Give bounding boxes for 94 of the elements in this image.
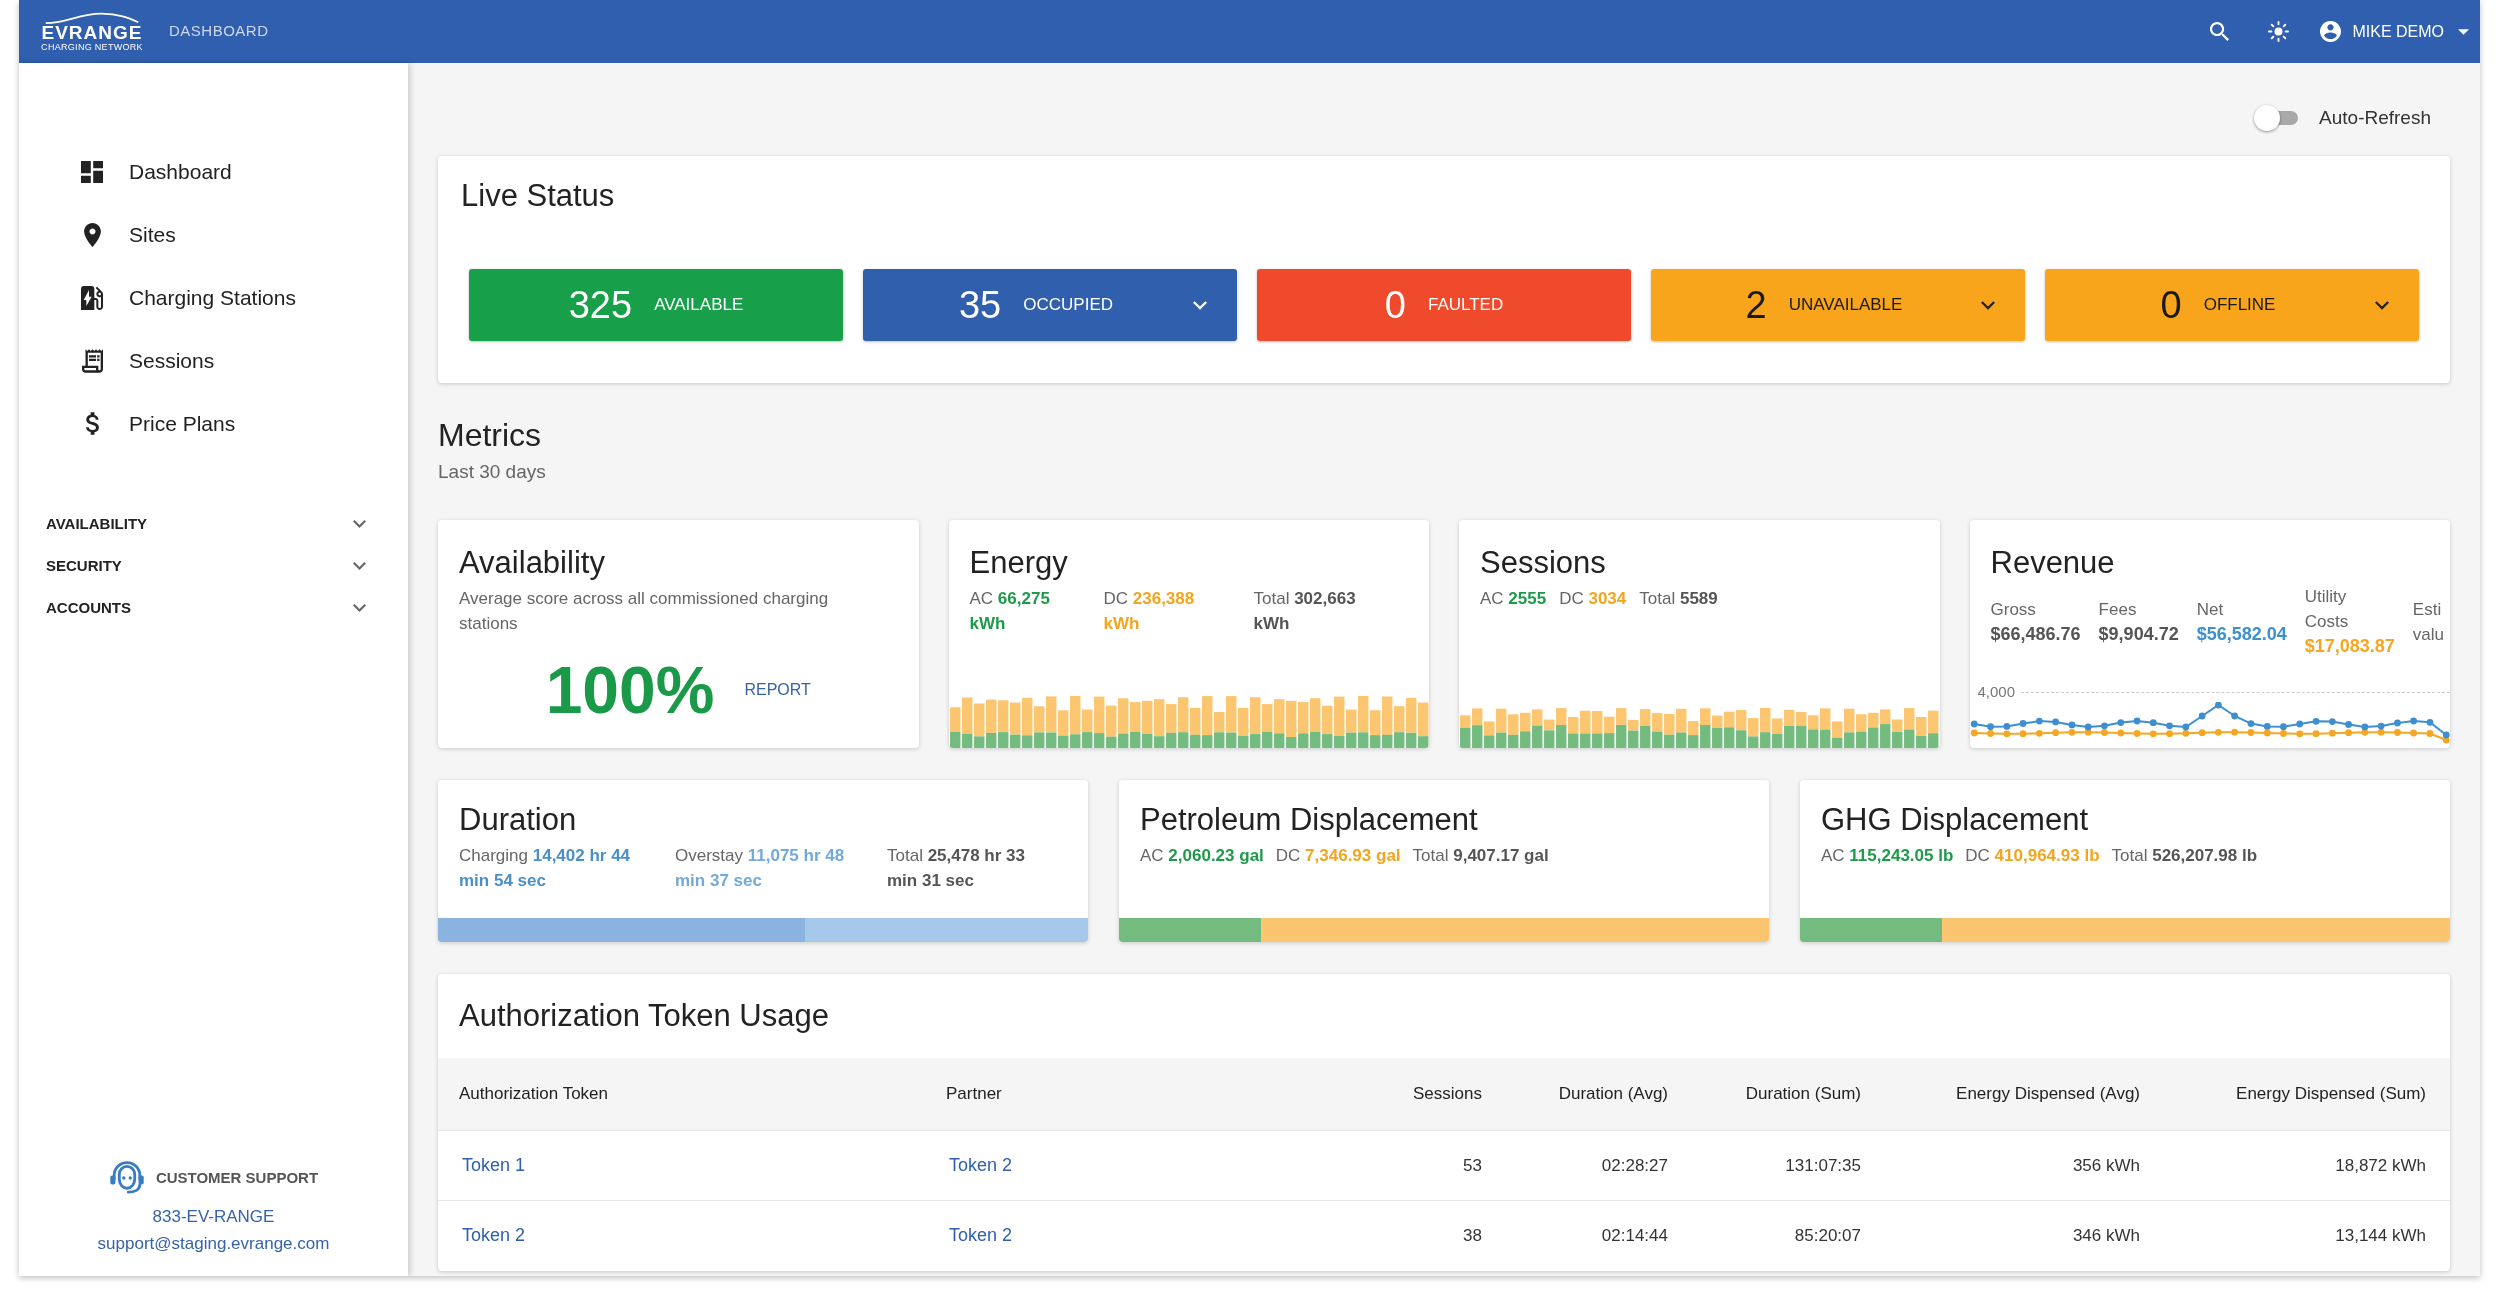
- table-cell-text: 13,144 kWh: [2335, 1224, 2426, 1247]
- status-button[interactable]: 0 FAULTED: [1257, 269, 1631, 341]
- sun-icon: [2267, 21, 2289, 42]
- phone-link[interactable]: 833-EV-RANGE: [152, 1205, 275, 1229]
- ev-charger-icon: [81, 285, 103, 310]
- card-title: Live Status: [461, 177, 616, 215]
- status-button[interactable]: 2 UNAVAILABLE: [1651, 269, 2025, 341]
- section-toggle[interactable]: SECURITY: [19, 545, 408, 587]
- stat-text: Total 526,207.98 lb: [2111, 845, 2258, 867]
- nav-item[interactable]: Charging Stations: [19, 266, 408, 329]
- stat-value: $66,486.76: [1990, 622, 2081, 646]
- chevron-icon: [1981, 300, 1995, 310]
- section-title: Metrics: [438, 416, 543, 454]
- card-title: Energy: [969, 544, 1069, 582]
- table-cell-text: 02:28:27: [1601, 1154, 1668, 1177]
- chevron-icon: [2375, 300, 2389, 310]
- stat-value: $17,083.87: [2304, 635, 2395, 658]
- dashboard-icon: [81, 160, 103, 183]
- card-title: Availability: [459, 544, 606, 582]
- status-button[interactable]: 35 OCCUPIED: [863, 269, 1237, 341]
- column-header: Energy Dispensed (Avg): [1956, 1083, 2140, 1106]
- column-header: Authorization Token: [459, 1083, 608, 1106]
- section-toggle[interactable]: ACCOUNTS: [19, 587, 408, 629]
- score-value: 100%: [545, 655, 715, 725]
- search-icon: [2209, 22, 2229, 41]
- card-title: Petroleum Displacement: [1140, 801, 1479, 839]
- stat-label: Gross: [1990, 598, 2036, 621]
- switch-label: Auto-Refresh: [2319, 105, 2431, 130]
- stat-text: Total 5589: [1639, 588, 1718, 610]
- stat-text: Total 302,663 kWh: [1253, 588, 1357, 635]
- table-cell-text: 02:14:44: [1601, 1224, 1668, 1247]
- status-button[interactable]: 325 AVAILABLE: [469, 269, 843, 341]
- table-cell-text: 346 kWh: [2072, 1224, 2140, 1247]
- receipt-icon: [81, 348, 103, 373]
- stat-text: DC 7,346.93 gal: [1275, 845, 1401, 867]
- support-title: CUSTOMER SUPPORT: [155, 1167, 319, 1188]
- stat-value: $9,904.72: [2098, 622, 2179, 646]
- stat-text: Total 25,478 hr 33 min 31 sec: [887, 845, 1026, 892]
- card-title: Authorization Token Usage: [459, 997, 829, 1035]
- stat-text: DC 236,388 kWh: [1103, 588, 1196, 635]
- stat-label: Net: [2196, 598, 2224, 621]
- stat-text: AC 2,060.23 gal: [1140, 845, 1264, 867]
- status-button[interactable]: 0 OFFLINE: [2045, 269, 2419, 341]
- column-header: Partner: [946, 1083, 1002, 1106]
- section-subtitle: Last 30 days: [438, 460, 547, 484]
- stat-value: $56,582.04: [2196, 622, 2287, 646]
- logo-tagline: CHARGING NETWORK: [41, 41, 143, 52]
- partner-link[interactable]: Token 2: [946, 1222, 1013, 1249]
- nav-item[interactable]: Price Plans: [19, 392, 408, 455]
- card-description: Average score across all commissioned charging stations: [459, 588, 830, 635]
- column-header: Duration (Sum): [1745, 1083, 1861, 1106]
- report-link[interactable]: REPORT: [744, 678, 811, 702]
- nav-item[interactable]: Dashboard: [19, 140, 408, 203]
- stat-label: Utility Costs: [2304, 586, 2349, 633]
- stat-label: Fees: [2098, 598, 2137, 621]
- table-cell-text: 18,872 kWh: [2335, 1154, 2426, 1177]
- email-link[interactable]: support@staging.evrange.com: [97, 1232, 330, 1256]
- table-cell-text: 85:20:07: [1794, 1224, 1861, 1247]
- page-title: DASHBOARD: [169, 21, 269, 42]
- user-menu-button[interactable]: MIKE DEMO: [2316, 11, 2469, 52]
- logo-wordmark: EVRANGE: [41, 23, 143, 42]
- axis-label: 4,000: [1977, 681, 2016, 702]
- stat-text: AC 115,243.05 lb: [1821, 845, 1954, 867]
- chevron-icon: [1193, 300, 1207, 310]
- stat-text: AC 66,275 kWh: [969, 588, 1051, 635]
- table-cell-text: 38: [1463, 1224, 1482, 1247]
- stat-label: Esti valu: [2412, 598, 2445, 646]
- card-title: GHG Displacement: [1821, 801, 2090, 839]
- stat-text: Charging 14,402 hr 44 min 54 sec: [459, 845, 632, 892]
- table-cell-text: 356 kWh: [2072, 1154, 2140, 1177]
- column-header: Duration (Avg): [1558, 1083, 1668, 1106]
- support-agent-icon: [108, 1161, 145, 1195]
- caret-icon: [2458, 28, 2469, 35]
- stat-text: Overstay 11,075 hr 48 min 37 sec: [675, 845, 846, 892]
- card-title: Sessions: [1480, 544, 1607, 582]
- card-title: Revenue: [1990, 544, 2116, 582]
- token-link[interactable]: Token 2: [459, 1222, 526, 1249]
- stat-text: AC 2555: [1480, 588, 1547, 610]
- map-pin-icon: [83, 222, 101, 247]
- stat-text: DC 3034: [1559, 588, 1627, 610]
- nav-item[interactable]: Sessions: [19, 329, 408, 392]
- table-cell-text: 53: [1463, 1154, 1482, 1177]
- section-toggle[interactable]: AVAILABILITY: [19, 503, 408, 545]
- dollar-icon: [85, 412, 99, 435]
- card-title: Duration: [459, 801, 578, 839]
- column-header: Sessions: [1413, 1083, 1482, 1106]
- token-link[interactable]: Token 1: [459, 1152, 526, 1179]
- column-header: Energy Dispensed (Sum): [2236, 1083, 2426, 1106]
- table-cell-text: 131:07:35: [1785, 1154, 1861, 1177]
- nav-item[interactable]: Sites: [19, 203, 408, 266]
- stat-text: DC 410,964.93 lb: [1965, 845, 2100, 867]
- account-icon: [2320, 21, 2342, 42]
- stat-text: Total 9,407.17 gal: [1412, 845, 1549, 867]
- partner-link[interactable]: Token 2: [946, 1152, 1013, 1179]
